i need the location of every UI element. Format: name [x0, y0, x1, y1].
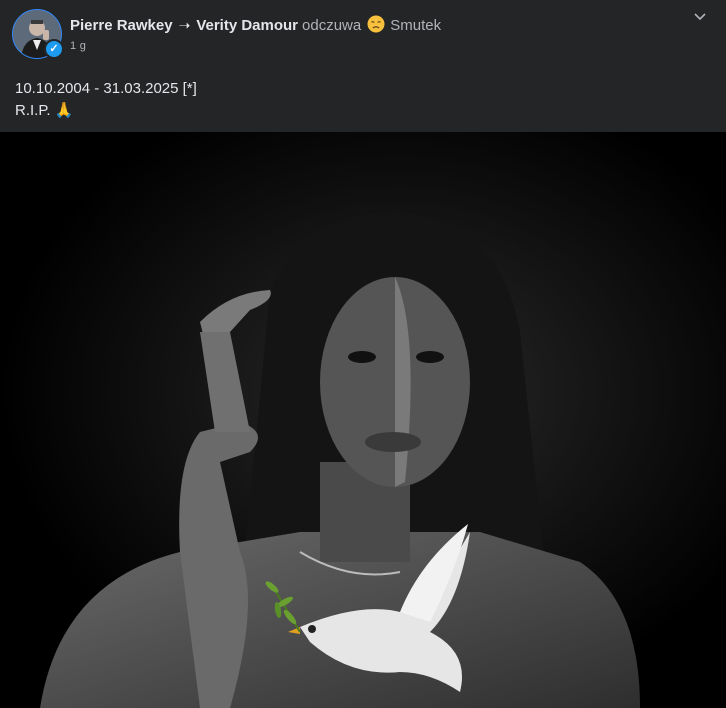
- post-photo[interactable]: [0, 132, 726, 708]
- author-name[interactable]: Pierre Rawkey: [70, 17, 173, 34]
- sad-face-icon: [367, 15, 385, 33]
- feeling-label: Smutek: [390, 16, 442, 34]
- arrow-right-icon: ➝: [178, 16, 191, 33]
- post-text: 10.10.2004 - 31.03.2025 [*] R.I.P. 🙏: [15, 78, 197, 122]
- post-header: ✓ Pierre Rawkey ➝ Verity Damour odczuwa …: [0, 0, 726, 70]
- post-timestamp[interactable]: 1 g: [70, 40, 86, 52]
- post-text-dates: 10.10.2004 - 31.03.2025 [*]: [15, 80, 197, 97]
- target-name[interactable]: Verity Damour: [196, 17, 298, 34]
- post-text-rip: R.I.P. 🙏: [15, 102, 74, 119]
- feed-post: ✓ Pierre Rawkey ➝ Verity Damour odczuwa …: [0, 0, 726, 708]
- post-title-line: Pierre Rawkey ➝ Verity Damour odczuwa Sm…: [70, 15, 441, 35]
- feeling-verb: odczuwa: [302, 16, 362, 34]
- chevron-down-icon[interactable]: [690, 10, 710, 24]
- verified-badge-icon: ✓: [44, 39, 64, 59]
- author-avatar[interactable]: ✓: [12, 9, 64, 59]
